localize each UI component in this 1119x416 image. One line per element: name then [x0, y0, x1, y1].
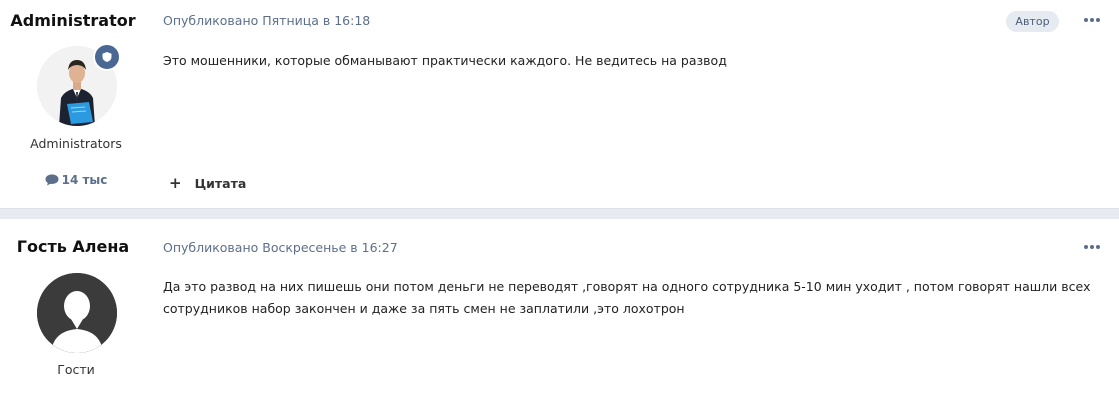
post-2: Гость Алена Гости Опубликовано Воскресен…: [0, 220, 1119, 416]
post-separator: [0, 208, 1119, 219]
post-1: Administrator Administrators 14 тыс Опуб…: [0, 0, 1119, 208]
author-group: Гости: [57, 362, 95, 377]
quote-label: Цитата: [194, 176, 247, 191]
author-badge: Автор: [1006, 11, 1059, 32]
post-date[interactable]: Опубликовано Воскресенье в 16:27: [163, 240, 398, 255]
speech-bubble-icon: [45, 174, 59, 186]
shield-icon: [93, 43, 121, 71]
ellipsis-icon[interactable]: [1084, 241, 1100, 253]
author-group: Administrators: [30, 136, 122, 151]
post-count[interactable]: 14 тыс: [0, 173, 152, 187]
default-avatar[interactable]: [37, 273, 117, 353]
quote-button[interactable]: + Цитата: [169, 174, 246, 192]
ellipsis-icon[interactable]: [1084, 14, 1100, 26]
post-date[interactable]: Опубликовано Пятница в 16:18: [163, 13, 370, 28]
post-author-name[interactable]: Administrator: [0, 11, 146, 30]
post-count-value: 14 тыс: [61, 173, 108, 187]
post-content: Это мошенники, которые обманывают практи…: [163, 53, 727, 68]
avatar[interactable]: [37, 43, 121, 126]
post-content: Да это развод на них пишешь они потом де…: [163, 279, 1091, 316]
post-author-name[interactable]: Гость Алена: [0, 237, 146, 256]
plus-icon: +: [169, 174, 182, 192]
